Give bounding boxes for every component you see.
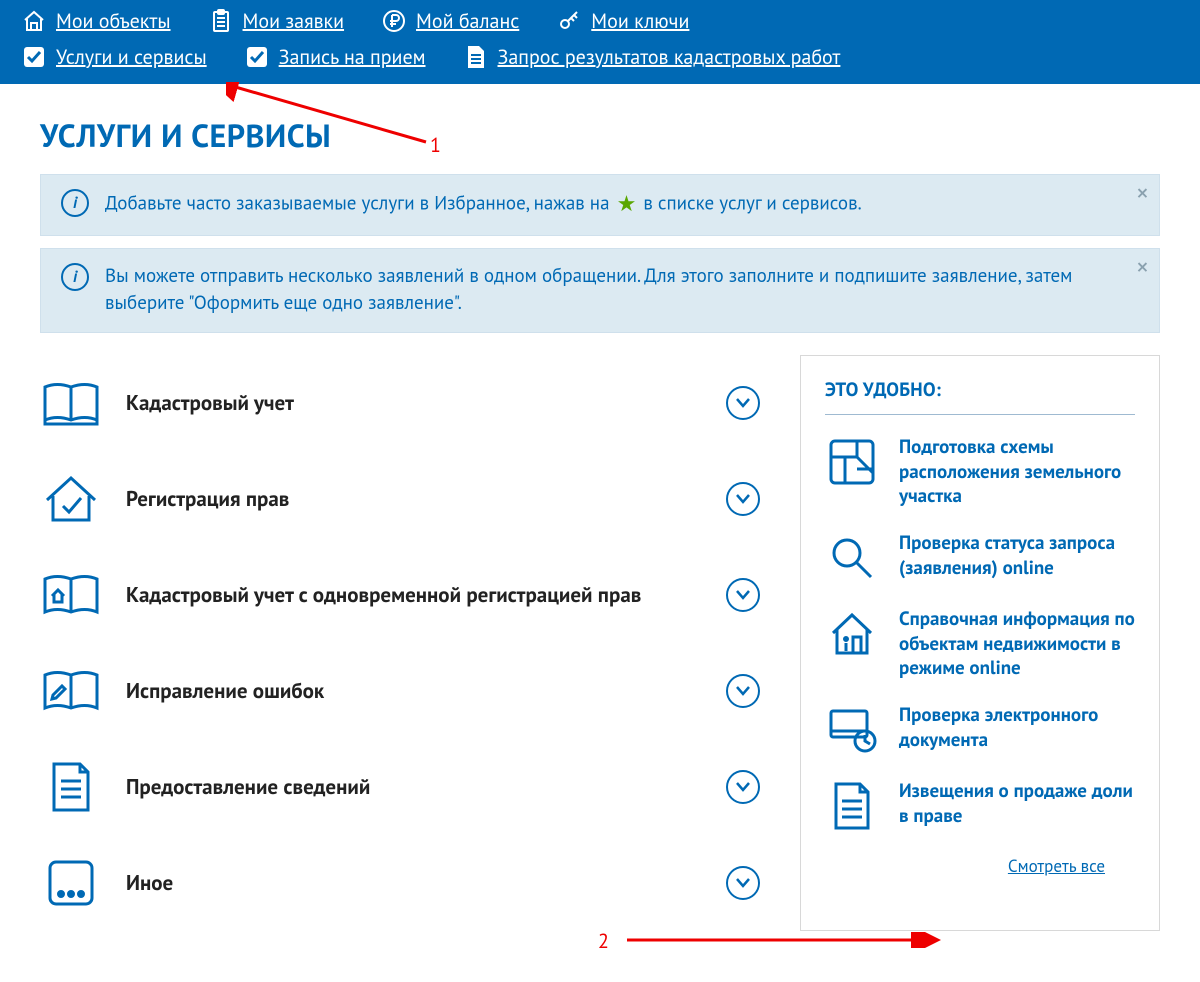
key-icon	[557, 9, 581, 33]
home-icon	[22, 9, 46, 33]
content: УСЛУГИ И СЕРВИСЫ i Добавьте часто заказы…	[0, 84, 1200, 961]
category-cadastral-registration[interactable]: Кадастровый учет	[40, 355, 770, 451]
clipboard-icon	[209, 9, 233, 33]
book-house-icon	[40, 569, 102, 621]
close-info-1[interactable]: ×	[1136, 181, 1149, 207]
top-nav: Мои объекты Мои заявки Мой баланс Мои кл…	[0, 0, 1200, 84]
nav-row-1: Мои объекты Мои заявки Мой баланс Мои кл…	[22, 8, 1178, 34]
nav-row-2: Услуги и сервисы Запись на прием Запрос …	[22, 44, 1178, 70]
category-label: Предоставление сведений	[126, 773, 726, 800]
category-label: Исправление ошибок	[126, 677, 726, 704]
category-error-correction[interactable]: Исправление ошибок	[40, 643, 770, 739]
info-part2: в списке услуг и сервисов.	[643, 192, 861, 216]
house-check-icon	[40, 473, 102, 525]
info-favorites: i Добавьте часто заказываемые услуги в И…	[40, 174, 1160, 236]
nav-label: Запрос результатов кадастровых работ	[498, 44, 841, 70]
chevron-down-icon	[726, 866, 760, 900]
category-other[interactable]: Иное	[40, 835, 770, 931]
info-multiple-requests: i Вы можете отправить несколько заявлени…	[40, 248, 1160, 333]
nav-my-requests[interactable]: Мои заявки	[209, 8, 345, 34]
nav-label: Мой баланс	[416, 8, 519, 34]
see-all-link[interactable]: Смотреть все	[825, 855, 1105, 877]
nav-label: Мои объекты	[56, 8, 171, 34]
nav-my-balance[interactable]: Мой баланс	[382, 8, 519, 34]
info-part1: Добавьте часто заказываемые услуги в Изб…	[105, 192, 615, 216]
category-label: Регистрация прав	[126, 485, 726, 512]
side-label[interactable]: Проверка статуса запроса (заявления) onl…	[899, 531, 1135, 585]
page-title: УСЛУГИ И СЕРВИСЫ	[40, 114, 1160, 156]
chevron-down-icon	[726, 578, 760, 612]
category-combined-registration[interactable]: Кадастровый учет с одновременной регистр…	[40, 547, 770, 643]
ruble-icon	[382, 9, 406, 33]
close-info-2[interactable]: ×	[1136, 255, 1149, 281]
info-text: Вы можете отправить несколько заявлений …	[105, 263, 1111, 318]
side-label[interactable]: Подготовка схемы расположения земельного…	[899, 435, 1135, 509]
side-item-status-check[interactable]: Проверка статуса запроса (заявления) onl…	[825, 531, 1135, 585]
map-scheme-icon	[825, 435, 879, 489]
nav-label: Запись на прием	[279, 44, 426, 70]
checkbox-icon	[245, 45, 269, 69]
nav-label: Услуги и сервисы	[56, 44, 207, 70]
category-rights-registration[interactable]: Регистрация прав	[40, 451, 770, 547]
side-label[interactable]: Проверка электронного документа	[899, 703, 1135, 757]
category-label: Кадастровый учет	[126, 389, 726, 416]
nav-my-objects[interactable]: Мои объекты	[22, 8, 171, 34]
nav-appointment[interactable]: Запись на прием	[245, 44, 426, 70]
side-item-sale-notice[interactable]: Извещения о продаже доли в праве	[825, 779, 1135, 833]
chevron-down-icon	[726, 386, 760, 420]
service-category-list: Кадастровый учет Регистрация прав Кадаст…	[40, 355, 770, 931]
file-icon	[464, 45, 488, 69]
nav-my-keys[interactable]: Мои ключи	[557, 8, 689, 34]
side-item-edoc-check[interactable]: Проверка электронного документа	[825, 703, 1135, 757]
category-provide-info[interactable]: Предоставление сведений	[40, 739, 770, 835]
magnifier-icon	[825, 531, 879, 585]
info-text: Добавьте часто заказываемые услуги в Изб…	[105, 189, 862, 221]
sidebar-title: ЭТО УДОБНО:	[825, 378, 1135, 415]
more-box-icon	[40, 857, 102, 909]
book-edit-icon	[40, 665, 102, 717]
document-lines-icon	[40, 761, 102, 813]
nav-label: Мои ключи	[591, 8, 689, 34]
info-icon: i	[61, 189, 89, 217]
category-label: Кадастровый учет с одновременной регистр…	[126, 581, 726, 608]
nav-cadastral-results[interactable]: Запрос результатов кадастровых работ	[464, 44, 841, 70]
info-icon: i	[61, 263, 89, 291]
book-open-icon	[40, 377, 102, 429]
chevron-down-icon	[726, 770, 760, 804]
side-label[interactable]: Извещения о продаже доли в праве	[899, 779, 1135, 833]
sidebar-convenient: ЭТО УДОБНО: Подготовка схемы расположени…	[800, 355, 1160, 931]
monitor-clock-icon	[825, 703, 879, 757]
nav-services[interactable]: Услуги и сервисы	[22, 44, 207, 70]
document-icon	[825, 779, 879, 833]
chevron-down-icon	[726, 674, 760, 708]
chevron-down-icon	[726, 482, 760, 516]
side-item-scheme[interactable]: Подготовка схемы расположения земельного…	[825, 435, 1135, 509]
star-icon: ★	[615, 189, 639, 221]
house-info-icon	[825, 607, 879, 661]
main-area: Кадастровый учет Регистрация прав Кадаст…	[40, 355, 1160, 931]
category-label: Иное	[126, 869, 726, 896]
nav-label: Мои заявки	[243, 8, 345, 34]
side-label[interactable]: Справочная информация по объектам недвиж…	[899, 607, 1135, 681]
side-item-reference-info[interactable]: Справочная информация по объектам недвиж…	[825, 607, 1135, 681]
checkbox-icon	[22, 45, 46, 69]
